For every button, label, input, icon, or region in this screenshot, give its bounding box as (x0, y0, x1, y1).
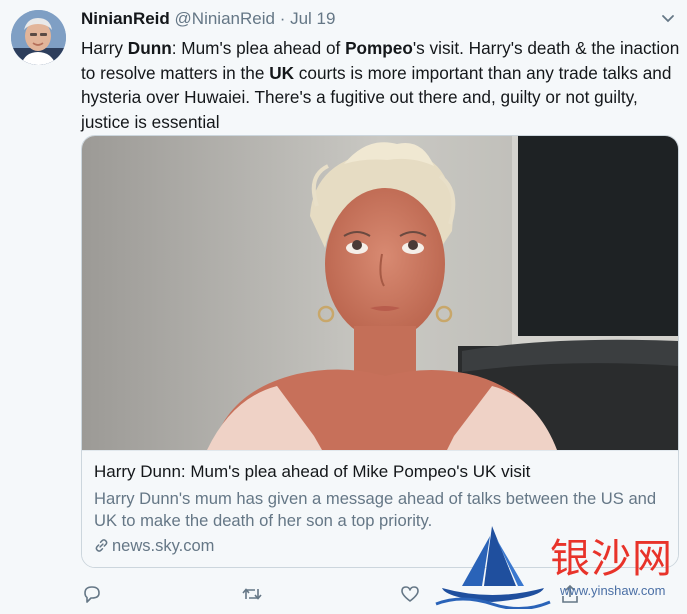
header-separator: · (279, 9, 286, 28)
display-name[interactable]: NinianReid (81, 9, 170, 28)
link-card[interactable]: Harry Dunn: Mum's plea ahead of Mike Pom… (81, 135, 679, 568)
tweet-text: Harry Dunn: Mum's plea ahead of Pompeo's… (81, 36, 681, 134)
avatar[interactable] (11, 10, 66, 65)
card-title[interactable]: Harry Dunn: Mum's plea ahead of Mike Pom… (94, 462, 530, 482)
link-icon (94, 538, 109, 558)
tweet-header: NinianReid @NinianReid · Jul 19 (81, 9, 335, 31)
card-domain-text: news.sky.com (112, 537, 215, 555)
tweet-text-bold-segment: UK (269, 62, 295, 83)
tweet-date[interactable]: Jul 19 (290, 9, 335, 28)
sailboat-logo-icon (435, 526, 551, 610)
reply-icon[interactable] (81, 583, 103, 605)
retweet-icon[interactable] (241, 583, 263, 605)
card-image[interactable] (82, 136, 678, 450)
tweet-text-segment: Harry (81, 38, 128, 58)
tweet-text-bold-segment: Pompeo (345, 38, 413, 58)
heart-icon[interactable] (399, 583, 421, 605)
card-domain[interactable]: news.sky.com (94, 537, 214, 558)
chevron-down-icon[interactable] (660, 10, 676, 26)
tweet[interactable]: NinianReid @NinianReid · Jul 19 Harry Du… (0, 0, 687, 610)
tweet-text-bold-segment: Dunn (127, 38, 172, 58)
user-handle[interactable]: @NinianReid (175, 9, 275, 28)
watermark-url: www.yinshaw.com (560, 583, 666, 598)
watermark-chinese-text: 银沙网 (550, 536, 673, 582)
tweet-text-segment: : Mum's plea ahead of (171, 38, 346, 58)
avatar-photo (11, 10, 66, 65)
watermark: 银沙网 www.yinshaw.com (432, 524, 687, 610)
